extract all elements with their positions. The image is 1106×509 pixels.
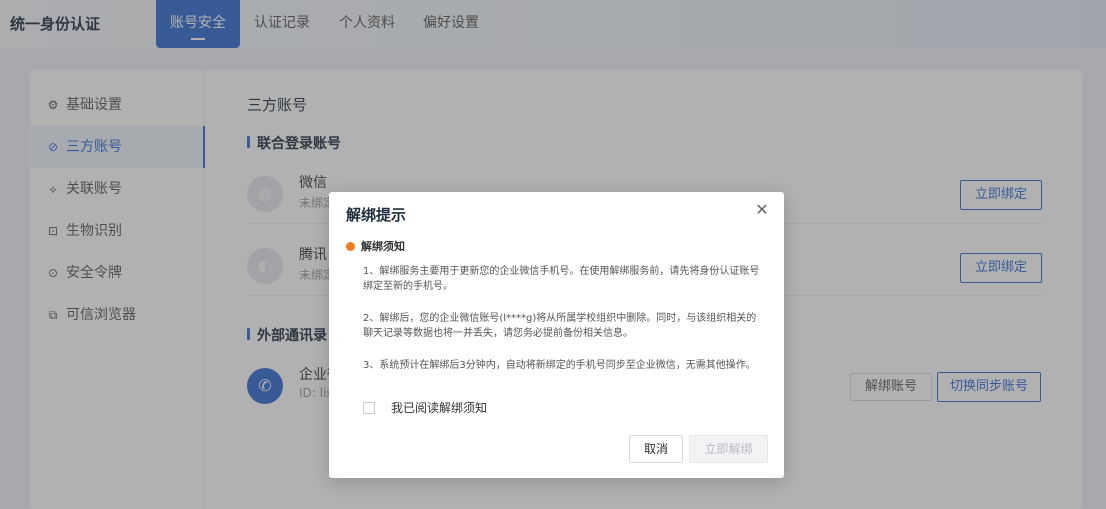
notice-paragraph-3: 3、系统预计在解绑后3分钟内，自动将新绑定的手机号同步至企业微信，无需其他操作。	[363, 360, 756, 371]
agree-label: 我已阅读解绑须知	[391, 401, 488, 415]
unbind-dialog: 解绑提示 ✕ 解绑须知 1、解绑服务主要用于更新您的企业微信手机号。在使用解绑服…	[329, 192, 784, 478]
agree-checkbox-row[interactable]: 我已阅读解绑须知	[363, 399, 487, 416]
agree-checkbox[interactable]	[363, 402, 375, 414]
cancel-button[interactable]: 取消	[629, 435, 683, 463]
close-icon[interactable]: ✕	[752, 200, 772, 220]
notice-paragraph-1: 1、解绑服务主要用于更新您的企业微信手机号。在使用解绑服务前，请先将身份认证账号…	[363, 266, 760, 292]
confirm-unbind-button[interactable]: 立即解绑	[689, 435, 768, 463]
notice-heading: 解绑须知	[346, 238, 405, 254]
notice-paragraph-2: 2、解绑后，您的企业微信账号(l****g)将从所属学校组织中删除。同时，与该组…	[363, 313, 757, 339]
notice-title: 解绑须知	[361, 240, 405, 253]
orange-dot-icon	[346, 242, 355, 251]
dialog-title: 解绑提示	[346, 206, 407, 224]
